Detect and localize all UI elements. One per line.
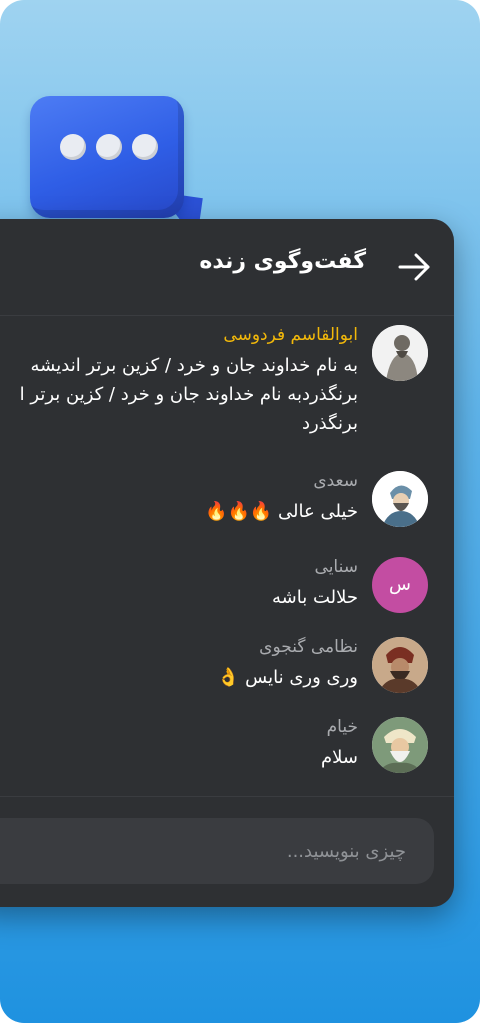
avatar	[372, 325, 428, 381]
message-line: برنگذرد	[301, 413, 358, 434]
message-text-content: خیلی عالی	[278, 501, 358, 522]
sender-name: سنایی	[314, 557, 358, 577]
message-item: نظامی گنجوی وری وری نایس 👌	[0, 627, 428, 707]
avatar: س	[372, 557, 428, 613]
message-line: برنگذردبه نام خداوند جان و خرد / کزین بر…	[19, 384, 358, 405]
message-text: حلالت باشه	[272, 587, 358, 608]
message-item: ابوالقاسم فردوسی به نام خداوند جان و خرد…	[0, 315, 428, 455]
chat-header: گفت‌وگوی زنده	[0, 219, 454, 316]
background: گفت‌وگوی زنده ابوالقاسم فردوسی به نام خد…	[0, 0, 480, 1023]
sender-name: نظامی گنجوی	[259, 637, 358, 657]
message-text: سلام	[321, 747, 358, 768]
message-text: خیلی عالی 🔥🔥🔥	[205, 497, 358, 526]
sender-name: ابوالقاسم فردوسی	[223, 325, 358, 345]
typing-dot	[132, 134, 158, 160]
typing-dot	[96, 134, 122, 160]
chat-panel: گفت‌وگوی زنده ابوالقاسم فردوسی به نام خد…	[0, 219, 454, 907]
message-text: وری وری نایس 👌	[217, 663, 358, 692]
message-list: ابوالقاسم فردوسی به نام خداوند جان و خرد…	[0, 315, 454, 795]
chat-bubble-icon	[30, 96, 203, 242]
avatar	[372, 471, 428, 527]
chat-title: گفت‌وگوی زنده	[199, 249, 366, 274]
avatar	[372, 717, 428, 773]
message-line: به نام خداوند جان و خرد / کزین برتر اندی…	[30, 355, 358, 376]
typing-dot	[60, 134, 86, 160]
sender-name: سعدی	[313, 471, 358, 491]
arrow-right-icon[interactable]	[396, 251, 432, 283]
message-item: خیام سلام	[0, 707, 428, 787]
divider	[0, 796, 454, 797]
message-input[interactable]	[0, 818, 434, 884]
avatar	[372, 637, 428, 693]
message-text-content: وری وری نایس	[245, 667, 358, 688]
sender-name: خیام	[326, 717, 358, 737]
message-text: به نام خداوند جان و خرد / کزین برتر اندی…	[20, 351, 358, 438]
bubble-body	[30, 96, 184, 218]
message-item: سعدی خیلی عالی 🔥🔥🔥	[0, 461, 428, 541]
ok-hand-emoji: 👌	[217, 667, 240, 688]
fire-emoji: 🔥🔥🔥	[205, 501, 273, 522]
message-item: س سنایی حلالت باشه	[0, 547, 428, 627]
